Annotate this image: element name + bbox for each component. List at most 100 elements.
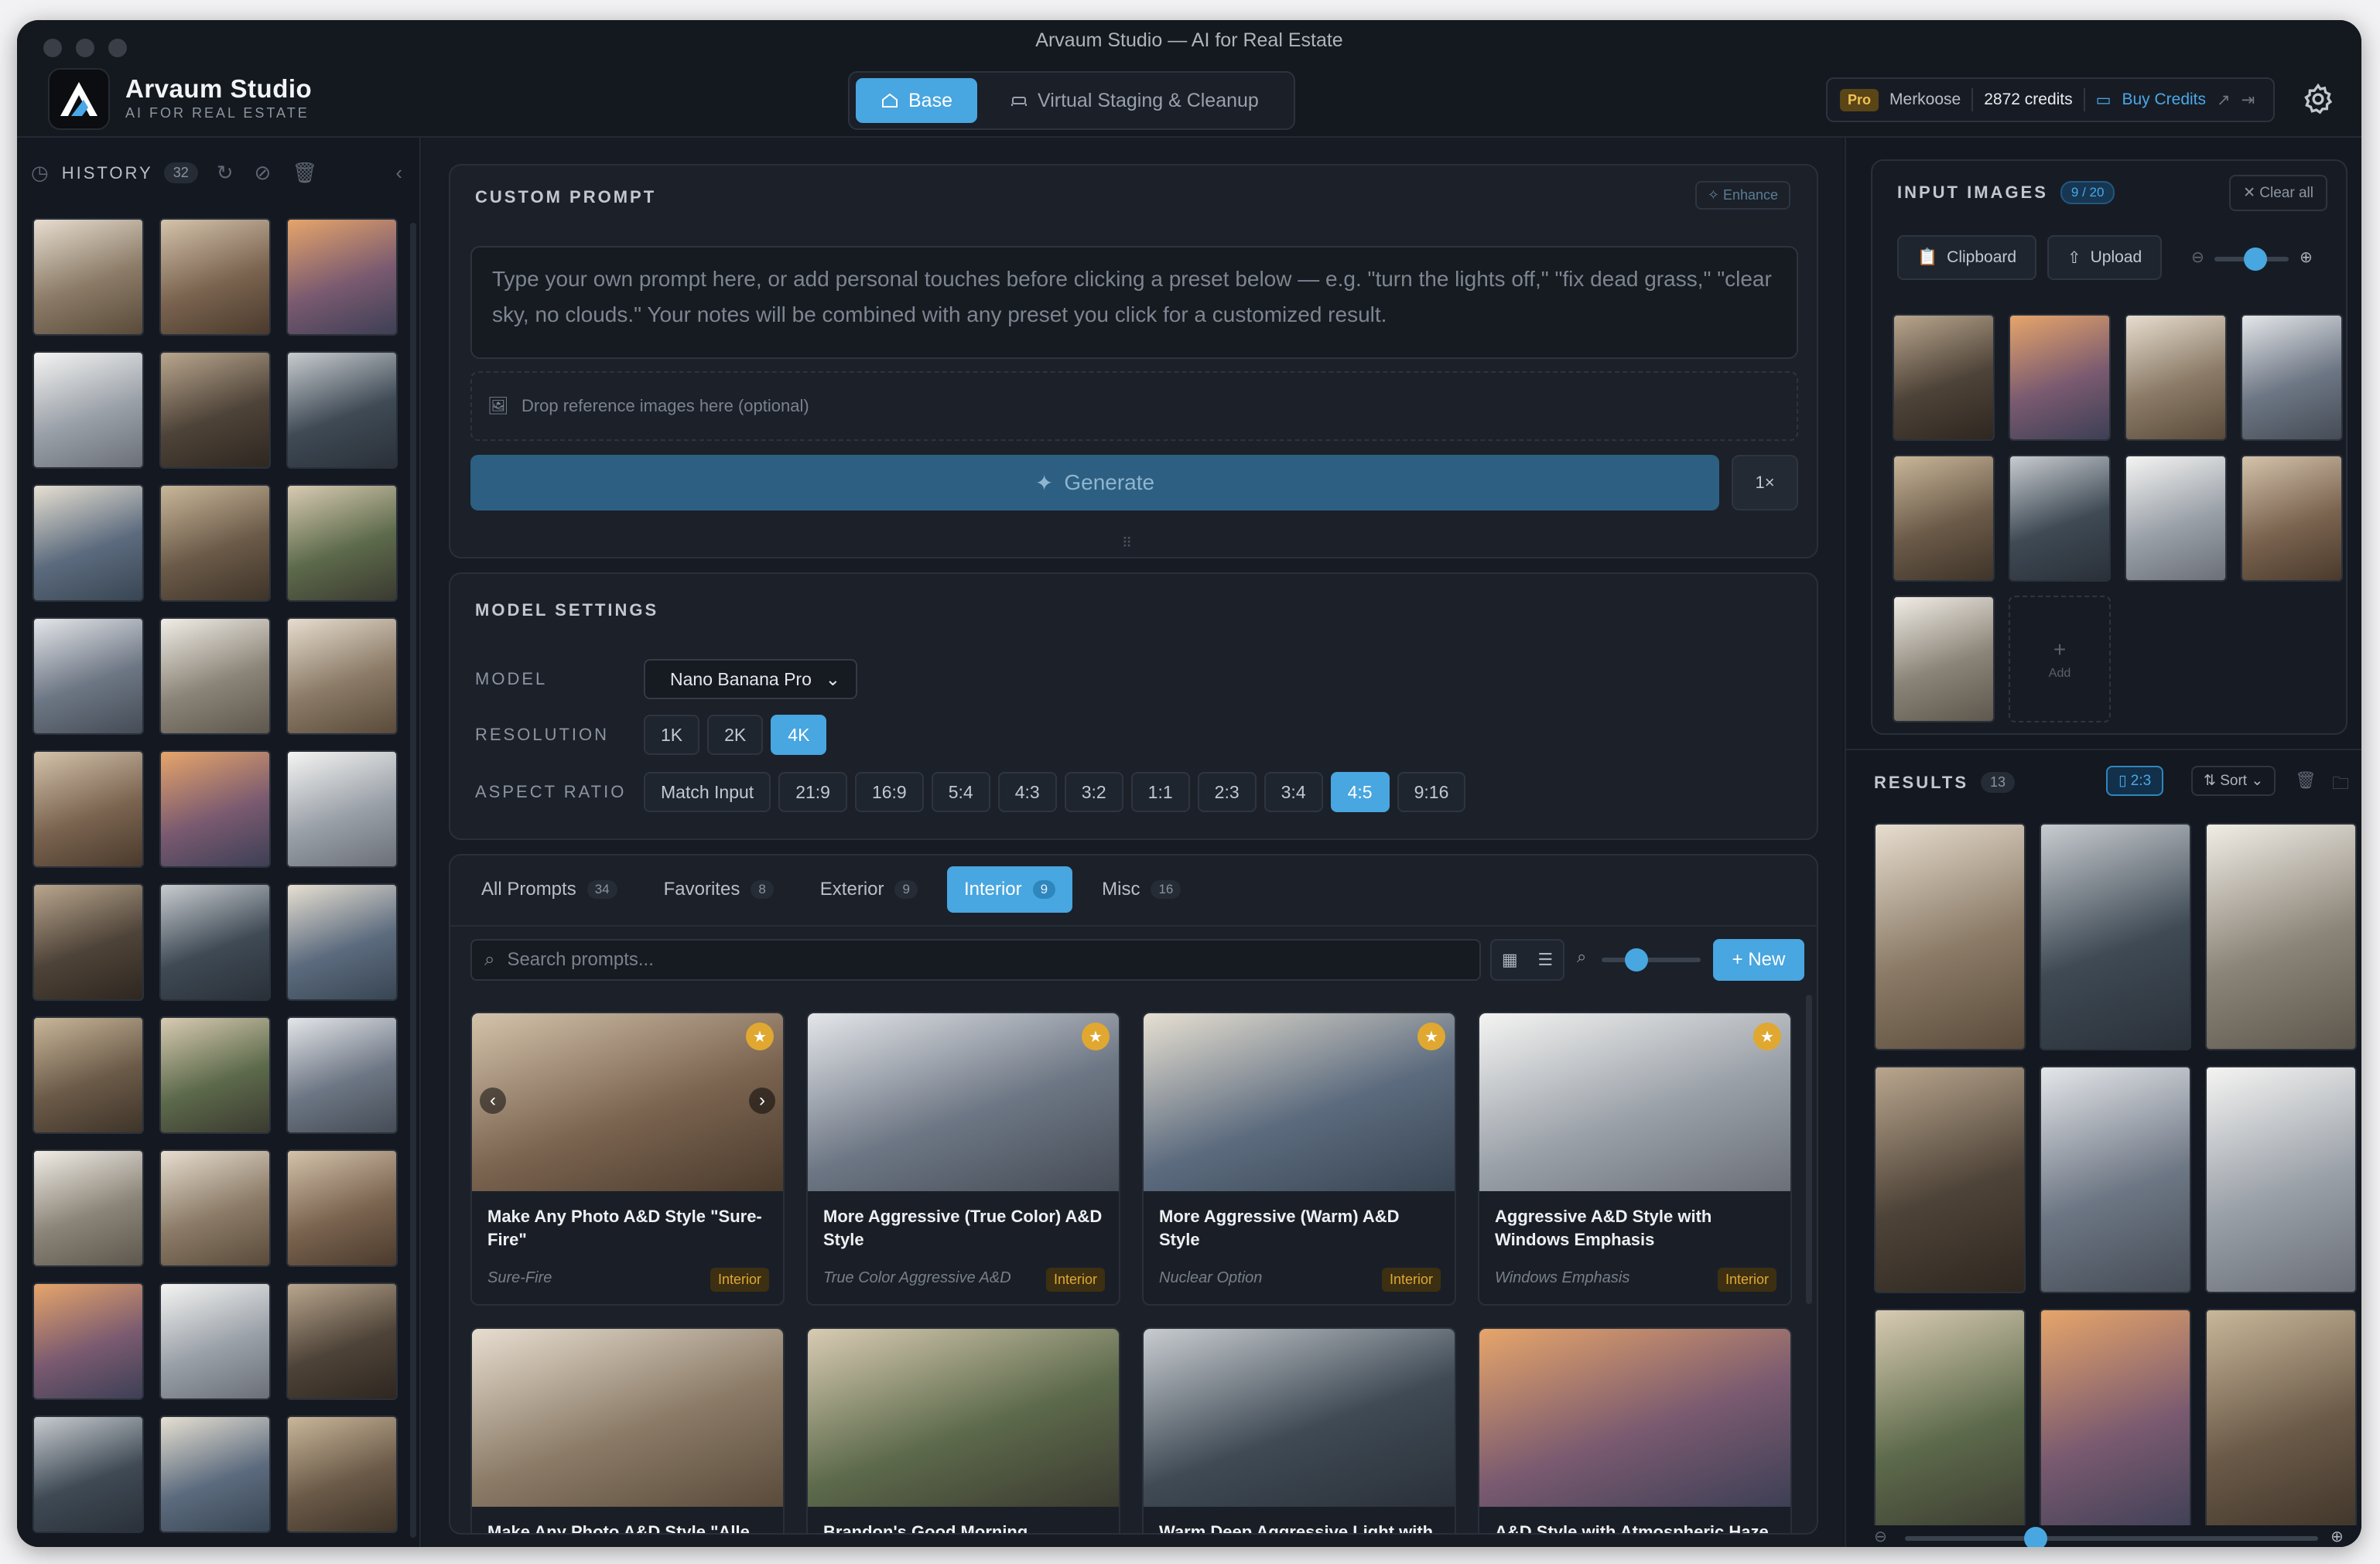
history-thumbnail[interactable] xyxy=(159,617,271,735)
history-thumbnail[interactable] xyxy=(286,883,398,1001)
input-image-thumbnail[interactable] xyxy=(2241,314,2343,441)
history-thumbnail[interactable] xyxy=(286,617,398,735)
aspect-ratio-option[interactable]: 5:4 xyxy=(931,772,990,812)
result-thumbnail[interactable] xyxy=(2205,823,2357,1050)
history-thumbnail[interactable] xyxy=(32,484,144,602)
input-image-thumbnail[interactable] xyxy=(1893,314,1995,441)
prompt-search-input[interactable]: ⌕ Search prompts... xyxy=(470,939,1481,981)
favorite-star-icon[interactable]: ★ xyxy=(1082,1023,1110,1050)
history-thumbnail[interactable] xyxy=(32,617,144,735)
input-zoom-slider[interactable] xyxy=(2214,248,2289,271)
history-thumbnail[interactable] xyxy=(32,1149,144,1267)
results-zoom-in-icon[interactable]: ⊕ xyxy=(2330,1527,2344,1546)
input-image-thumbnail[interactable] xyxy=(2125,455,2227,582)
history-thumbnail[interactable] xyxy=(159,1149,271,1267)
result-thumbnail[interactable] xyxy=(1874,823,2026,1050)
history-thumbnail[interactable] xyxy=(159,750,271,868)
history-thumbnail[interactable] xyxy=(286,484,398,602)
upload-button[interactable]: ⇧ Upload xyxy=(2047,235,2163,280)
history-thumbnail[interactable] xyxy=(32,750,144,868)
history-thumbnail[interactable] xyxy=(286,351,398,469)
results-trash-icon[interactable]: 🗑 xyxy=(2295,770,2317,791)
results-ratio-toggle[interactable]: ▯ 2:3 xyxy=(2106,766,2164,796)
result-thumbnail[interactable] xyxy=(2040,1066,2191,1293)
custom-prompt-input[interactable]: Type your own prompt here, or add person… xyxy=(470,246,1798,359)
result-thumbnail[interactable] xyxy=(1874,1066,2026,1293)
external-link-icon[interactable]: ↗ xyxy=(2217,90,2231,110)
history-thumbnail[interactable] xyxy=(159,1282,271,1400)
prompt-card[interactable]: ★ Aggressive A&D Style with Windows Empha… xyxy=(1478,1012,1792,1306)
mode-virtual-staging[interactable]: Virtual Staging & Cleanup xyxy=(985,78,1284,123)
results-zoom-out-icon[interactable]: ⊖ xyxy=(1874,1527,1887,1546)
prompt-card[interactable]: Brandon's Good Morning xyxy=(806,1327,1120,1533)
result-thumbnail[interactable] xyxy=(2040,823,2191,1050)
aspect-ratio-option[interactable]: 21:9 xyxy=(778,772,847,812)
zoom-in-icon[interactable]: ⊕ xyxy=(2300,248,2313,267)
prompt-card[interactable]: ★ More Aggressive (True Color) A&D Style T… xyxy=(806,1012,1120,1306)
resize-handle-icon[interactable]: ⠿ xyxy=(1122,535,1132,551)
history-thumbnail[interactable] xyxy=(32,351,144,469)
list-view-icon[interactable]: ☰ xyxy=(1537,950,1553,970)
history-thumbnail[interactable] xyxy=(159,883,271,1001)
grid-view-icon[interactable]: ▦ xyxy=(1502,950,1518,970)
resolution-option[interactable]: 2K xyxy=(707,715,764,755)
model-select[interactable]: Nano Banana Pro ⌄ xyxy=(644,659,857,699)
refresh-icon[interactable]: ↻ xyxy=(217,161,236,185)
prompt-scrollbar[interactable] xyxy=(1806,995,1812,1304)
history-thumbnail[interactable] xyxy=(159,218,271,336)
aspect-ratio-option[interactable]: 16:9 xyxy=(854,772,924,812)
collapse-chevron-icon[interactable]: ‹ xyxy=(395,161,405,185)
aspect-ratio-option[interactable]: Match Input xyxy=(644,772,771,812)
tab-misc[interactable]: Misc 16 xyxy=(1085,866,1198,913)
carousel-next-icon[interactable]: › xyxy=(749,1088,775,1114)
mode-base[interactable]: Base xyxy=(856,78,977,123)
aspect-ratio-option[interactable]: 2:3 xyxy=(1197,772,1257,812)
aspect-ratio-option[interactable]: 3:2 xyxy=(1064,772,1123,812)
zoom-out-icon[interactable]: ⊖ xyxy=(2191,248,2204,267)
history-thumbnail[interactable] xyxy=(286,218,398,336)
logout-icon[interactable]: ⇥ xyxy=(2242,90,2255,110)
history-thumbnail[interactable] xyxy=(159,351,271,469)
buy-credits-link[interactable]: Buy Credits xyxy=(2122,90,2206,109)
results-zoom-slider[interactable] xyxy=(1905,1527,2318,1547)
new-prompt-button[interactable]: + New xyxy=(1713,939,1804,981)
results-sort-button[interactable]: ⇅ Sort ⌄ xyxy=(2191,766,2276,796)
aspect-ratio-option[interactable]: 3:4 xyxy=(1264,772,1323,812)
aspect-ratio-option[interactable]: 1:1 xyxy=(1130,772,1190,812)
reference-drop-zone[interactable]: 🖼 Drop reference images here (optional) xyxy=(470,371,1798,441)
multiplier-button[interactable]: 1× xyxy=(1732,455,1798,511)
prompt-card[interactable]: A&D Style with Atmospheric Haze xyxy=(1478,1327,1792,1533)
tab-exterior[interactable]: Exterior 9 xyxy=(803,866,935,913)
input-image-thumbnail[interactable] xyxy=(2009,455,2111,582)
settings-gear-icon[interactable] xyxy=(2301,82,2335,116)
clipboard-button[interactable]: 📋 Clipboard xyxy=(1897,235,2037,280)
prompt-card[interactable]: ★ ‹ › Make Any Photo A&D Style "Sure-Fire" S… xyxy=(470,1012,785,1306)
clear-all-button[interactable]: ✕ Clear all xyxy=(2229,175,2327,211)
history-scrollbar[interactable] xyxy=(410,223,416,1538)
history-thumbnail[interactable] xyxy=(32,1282,144,1400)
history-thumbnail[interactable] xyxy=(32,883,144,1001)
history-thumbnail[interactable] xyxy=(286,1149,398,1267)
result-thumbnail[interactable] xyxy=(2205,1066,2357,1293)
result-thumbnail[interactable] xyxy=(2040,1309,2191,1525)
tab-all-prompts[interactable]: All Prompts 34 xyxy=(464,866,634,913)
history-thumbnail[interactable] xyxy=(286,1282,398,1400)
generate-button[interactable]: ✦ Generate xyxy=(470,455,1719,511)
carousel-prev-icon[interactable]: ‹ xyxy=(480,1088,506,1114)
history-thumbnail[interactable] xyxy=(32,1016,144,1134)
prompt-card[interactable]: Warm Deep Aggressive Light with xyxy=(1142,1327,1456,1533)
resolution-option[interactable]: 4K xyxy=(771,715,827,755)
prompt-card[interactable]: ★ More Aggressive (Warm) A&D Style Nuclear… xyxy=(1142,1012,1456,1306)
enhance-button[interactable]: ✧ Enhance xyxy=(1694,181,1790,210)
history-thumbnail[interactable] xyxy=(159,484,271,602)
history-thumbnail[interactable] xyxy=(32,218,144,336)
favorite-star-icon[interactable]: ★ xyxy=(1417,1023,1445,1050)
resolution-option[interactable]: 1K xyxy=(644,715,700,755)
history-thumbnail[interactable] xyxy=(159,1415,271,1533)
hide-icon[interactable]: ⊘ xyxy=(255,161,274,185)
folder-icon[interactable]: 🗀 xyxy=(2332,770,2349,800)
input-image-thumbnail[interactable] xyxy=(2125,314,2227,441)
aspect-ratio-option[interactable]: 4:5 xyxy=(1330,772,1390,812)
input-image-thumbnail[interactable] xyxy=(2241,455,2343,582)
add-image-button[interactable]: + Add xyxy=(2009,596,2111,722)
